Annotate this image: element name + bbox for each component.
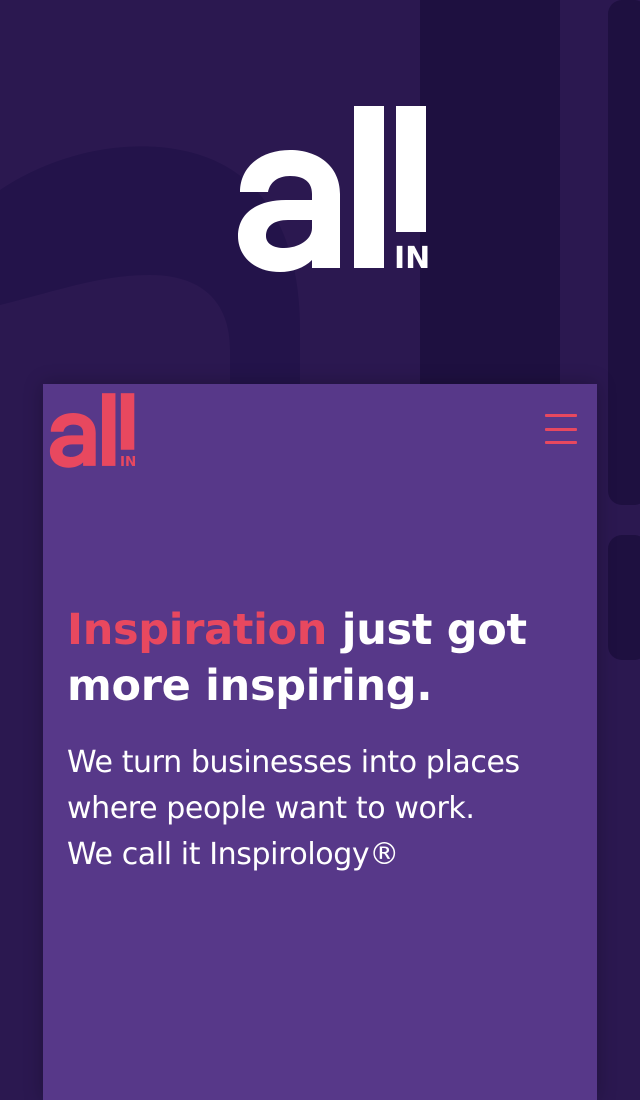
menu-bar-top xyxy=(545,414,577,417)
menu-bar-bottom xyxy=(545,441,577,444)
subtext-line: where people want to work. xyxy=(67,791,475,826)
subtext-line: We turn businesses into places xyxy=(67,745,520,780)
hero-logo: IN xyxy=(238,106,430,272)
hero-subtext: We turn businesses into places where peo… xyxy=(67,740,567,878)
subtext-line: We call it Inspirology® xyxy=(67,837,399,872)
logo-sub-text: IN xyxy=(394,241,430,272)
hamburger-menu-icon[interactable] xyxy=(545,414,577,444)
headline-rest: just got xyxy=(327,605,527,655)
menu-bar-middle xyxy=(545,427,577,431)
hero-headline: Inspiration just got more inspiring. xyxy=(67,602,567,714)
mobile-preview-panel: IN Inspiration just got more inspiring. … xyxy=(43,384,597,1100)
headline-accent: Inspiration xyxy=(67,605,328,655)
headline-line2: more inspiring. xyxy=(67,661,433,711)
header-logo[interactable]: IN xyxy=(49,392,137,468)
header-logo-sub-text: IN xyxy=(120,455,136,468)
